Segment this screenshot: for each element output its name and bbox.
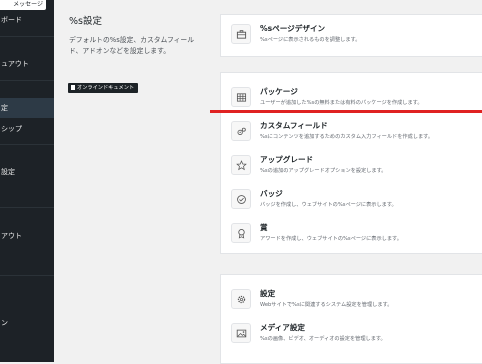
sidebar-item-layout[interactable]: ュアウト — [0, 59, 54, 70]
sidebar-item-dashboard[interactable]: ボード — [0, 15, 54, 26]
annotation-underline — [210, 110, 482, 113]
custom-fields-row[interactable]: カスタムフィールド %sにコンテンツを追加するためのカスタム入力フィールドを作成… — [221, 117, 482, 147]
sidebar-divider — [0, 80, 54, 81]
online-docs-button[interactable]: オンラインドキュメント — [68, 83, 138, 93]
design-description: %sページに表示されるものを調整します。 — [260, 37, 361, 43]
award-description: アワードを作成し、ウェブサイトの%sページに表示します。 — [260, 236, 402, 242]
briefcase-icon — [231, 24, 251, 44]
media-settings-row[interactable]: メディア設定 %sの画像、ビデオ、オーディオの設定を管理します。 — [221, 319, 482, 349]
sidebar-item-membership[interactable]: シップ — [0, 124, 54, 135]
sidebar-divider — [0, 275, 54, 276]
star-icon — [231, 155, 251, 175]
design-row[interactable]: %sページデザイン %sページに表示されるものを調整します。 — [221, 20, 482, 50]
package-row[interactable]: パッケージ ユーザーが追加した%sの無料または有料のパッケージを作成します。 — [221, 83, 482, 113]
custom-fields-title: カスタムフィールド — [260, 121, 328, 130]
sidebar-divider — [0, 207, 54, 208]
admin-sidebar: メッセージ ボード ュアウト 定 シップ 設定 アウト ン — [0, 0, 54, 362]
document-icon — [71, 85, 75, 90]
image-icon — [231, 323, 251, 343]
package-description: ユーザーが追加した%sの無料または有料のパッケージを作成します。 — [260, 100, 423, 106]
upgrade-row[interactable]: アップグレード %sの追加のアップグレードオプションを設定します。 — [221, 151, 482, 181]
custom-fields-description: %sにコンテンツを追加するためのカスタム入力フィールドを作成します。 — [260, 134, 434, 140]
gears-icon — [231, 121, 251, 141]
page-description: デフォルトの%s設定、カスタムフィールド、アドオンなどを設定します。 — [69, 36, 195, 55]
upgrade-description: %sの追加のアップグレードオプションを設定します。 — [260, 168, 387, 174]
settings-title: 設定 — [260, 289, 276, 298]
award-title: 賞 — [260, 223, 268, 232]
sidebar-item-config[interactable]: 設定 — [0, 167, 54, 178]
award-row[interactable]: 賞 アワードを作成し、ウェブサイトの%sページに表示します。 — [221, 219, 482, 249]
sidebar-item-last[interactable]: ン — [0, 318, 54, 329]
media-settings-description: %sの画像、ビデオ、オーディオの設定を管理します。 — [260, 336, 386, 342]
badge-row[interactable]: バッジ バッジを作成し、ウェブサイトの%sページに表示します。 — [221, 185, 482, 215]
settings-description: Webサイトで%sに関連するシステム設定を管理します。 — [260, 302, 393, 308]
package-title: パッケージ — [260, 87, 298, 96]
gear-icon — [231, 289, 251, 309]
sidebar-item-layout-2[interactable]: アウト — [0, 231, 54, 242]
sidebar-tooltip: メッセージ — [0, 0, 46, 10]
sidebar-divider — [0, 144, 54, 145]
table-icon — [231, 87, 251, 107]
settings-row[interactable]: 設定 Webサイトで%sに関連するシステム設定を管理します。 — [221, 285, 482, 315]
badge-description: バッジを作成し、ウェブサイトの%sページに表示します。 — [260, 202, 397, 208]
sidebar-item-settings-active[interactable]: 定 — [0, 98, 54, 118]
upgrade-title: アップグレード — [260, 155, 314, 164]
design-card: %sページデザイン %sページに表示されるものを調整します。 — [220, 14, 482, 57]
online-docs-label: オンラインドキュメント — [77, 85, 135, 91]
page-title: %s設定 — [69, 16, 102, 27]
award-icon — [231, 223, 251, 243]
media-settings-title: メディア設定 — [260, 323, 306, 332]
sidebar-divider — [0, 36, 54, 37]
packages-card: パッケージ ユーザーが追加した%sの無料または有料のパッケージを作成します。 カ… — [220, 72, 482, 254]
design-title: %sページデザイン — [260, 24, 326, 33]
system-settings-card: 設定 Webサイトで%sに関連するシステム設定を管理します。 メディア設定 %s… — [220, 274, 482, 364]
check-circle-icon — [231, 189, 251, 209]
badge-title: バッジ — [260, 189, 283, 198]
